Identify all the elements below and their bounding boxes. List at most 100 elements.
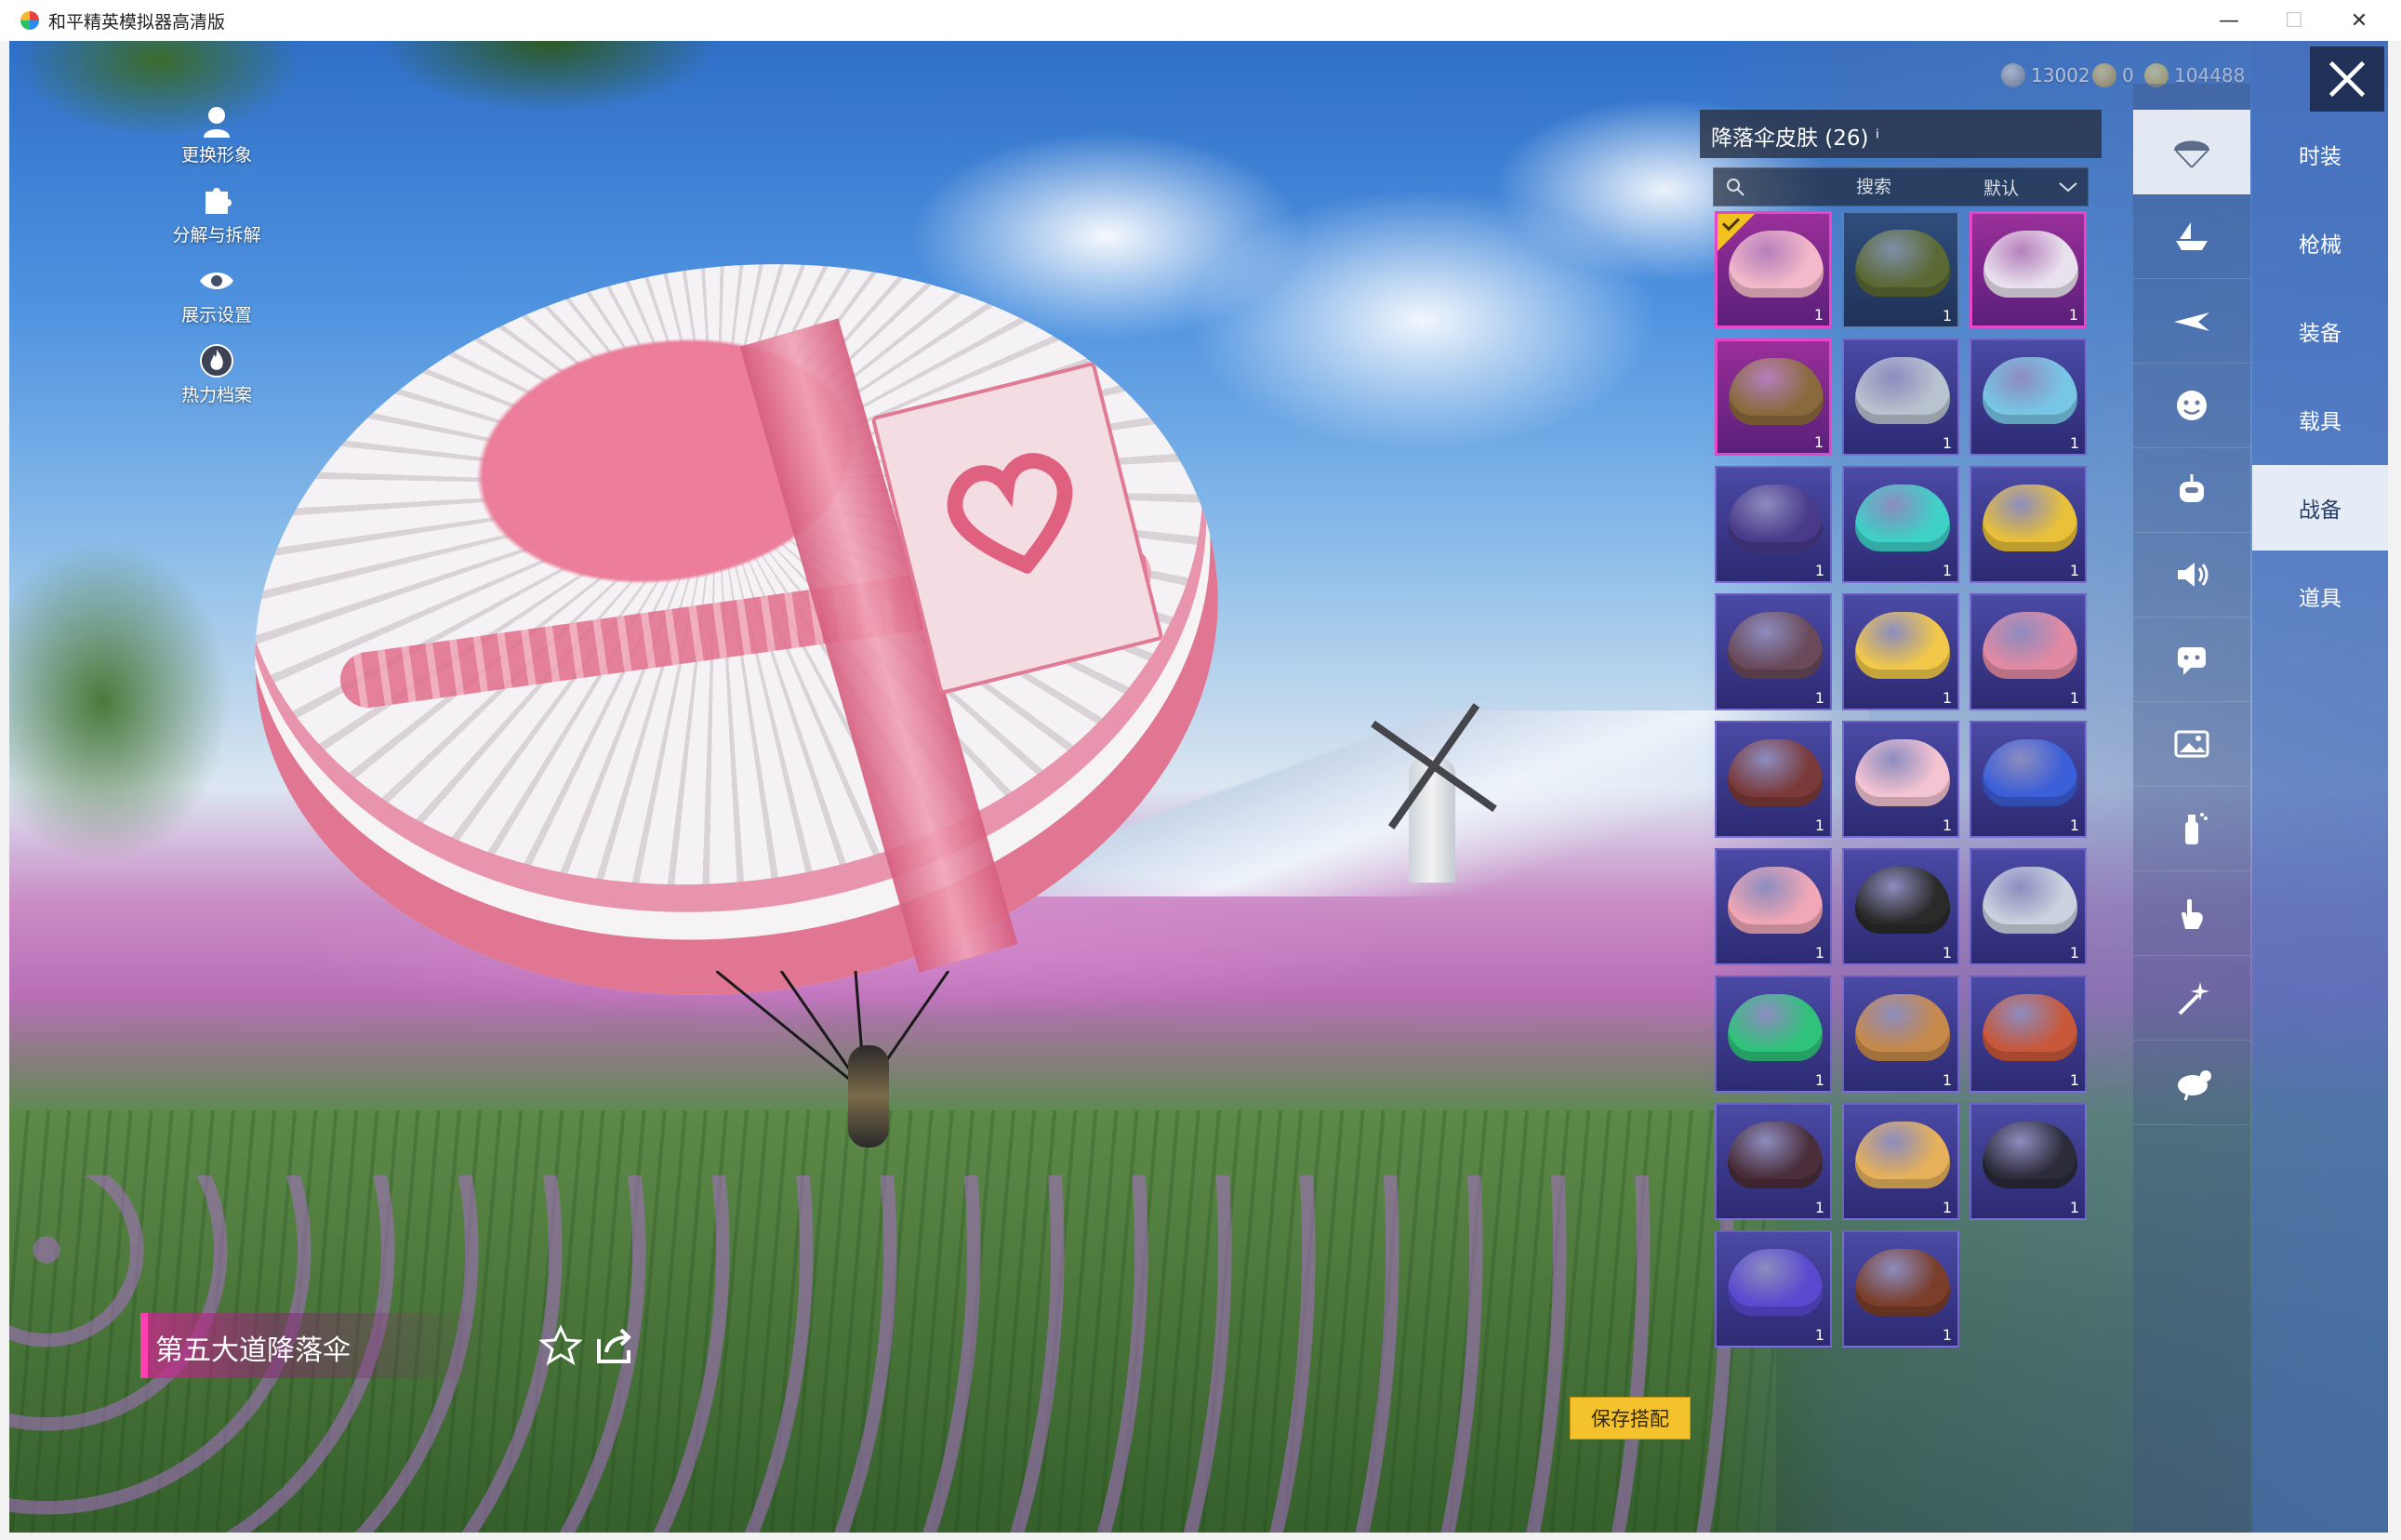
skin-item[interactable]: 1	[1970, 339, 2087, 456]
name-plate-accent	[140, 1313, 148, 1378]
parachute-thumbnail	[1728, 994, 1823, 1061]
parachute-thumbnail	[1983, 994, 2077, 1061]
robot-icon	[2180, 474, 2204, 502]
parachute-thumbnail	[1983, 739, 2077, 806]
subcategory-tab-spray[interactable]	[2133, 787, 2250, 871]
subcategory-tab-boat[interactable]	[2133, 194, 2250, 279]
skin-item[interactable]: 1	[1842, 1230, 1959, 1348]
skin-item[interactable]: 1	[1970, 1103, 2087, 1220]
item-quantity: 1	[2069, 1199, 2079, 1216]
subcategory-tab-hand[interactable]	[2133, 871, 2250, 956]
item-quantity: 1	[2069, 1071, 2079, 1089]
skin-item[interactable]: 1	[1715, 1230, 1832, 1348]
decompose-button[interactable]: 分解与拆解	[110, 182, 324, 259]
skin-item[interactable]: 1	[1842, 848, 1959, 965]
item-quantity: 1	[1942, 1199, 1952, 1216]
parachute-thumbnail	[1983, 612, 2077, 679]
skin-item[interactable]: 1	[1842, 339, 1959, 456]
item-quantity: 1	[2069, 689, 2079, 707]
parachute-thumbnail	[1855, 485, 1950, 551]
skin-item[interactable]: 1	[1715, 1103, 1832, 1220]
parachute-thumbnail	[1728, 739, 1823, 806]
skin-item[interactable]: 1	[1842, 721, 1959, 838]
sort-dropdown[interactable]: 默认	[1983, 175, 2077, 200]
subcategory-tab-face[interactable]	[2133, 364, 2250, 448]
skin-item[interactable]: 1	[1970, 593, 2087, 710]
avatar-icon	[204, 107, 230, 138]
skin-item[interactable]: 1	[1970, 976, 2087, 1093]
item-quantity: 1	[1814, 689, 1824, 707]
eye-icon	[200, 272, 233, 289]
item-quantity: 1	[1814, 1071, 1824, 1089]
flame-icon	[200, 344, 233, 378]
info-icon[interactable]: ⁱ	[1876, 126, 1879, 151]
chevron-down-icon	[2059, 182, 2077, 192]
change-avatar-button[interactable]: 更换形象	[110, 102, 324, 179]
skin-item[interactable]: 1	[1715, 593, 1832, 710]
parachute-thumbnail	[1855, 867, 1950, 934]
change-avatar-label: 更换形象	[180, 145, 252, 166]
share-icon[interactable]	[593, 1324, 636, 1367]
subcategory-tab-speaker[interactable]	[2133, 533, 2250, 617]
subcategory-tab-chicken[interactable]	[2133, 1041, 2250, 1125]
category-tab[interactable]: 战备	[2252, 465, 2388, 551]
skin-item[interactable]: 1	[1715, 976, 1832, 1093]
parachute-thumbnail	[1855, 357, 1950, 424]
heat-archive-button[interactable]: 热力档案	[110, 342, 324, 418]
parachute-thumbnail	[1855, 739, 1950, 806]
favorite-star-icon[interactable]	[539, 1324, 582, 1367]
skin-item[interactable]: 1	[1715, 848, 1832, 965]
panel-close-button[interactable]	[2310, 46, 2384, 112]
category-tab[interactable]: 枪械	[2252, 200, 2388, 285]
item-quantity: 1	[1814, 562, 1824, 579]
subcategory-tab-sparkle[interactable]	[2133, 956, 2250, 1041]
skin-item[interactable]: 1	[1970, 211, 2087, 328]
item-quantity: 1	[1814, 816, 1824, 834]
display-settings-button[interactable]: 展示设置	[110, 262, 324, 339]
subcategory-tab-picture[interactable]	[2133, 702, 2250, 787]
skin-item[interactable]: 1	[1970, 466, 2087, 583]
skin-item[interactable]: 1	[1715, 466, 1832, 583]
save-outfit-button[interactable]: 保存搭配	[1570, 1397, 1691, 1440]
parachute-lines	[716, 971, 950, 1094]
sparkle-icon	[2178, 982, 2209, 1016]
skin-item[interactable]: 1	[1970, 848, 2087, 965]
window-title: 和平精英模拟器高清版	[48, 12, 226, 33]
item-quantity: 1	[1942, 434, 1952, 452]
close-icon	[2328, 60, 2366, 98]
skin-item[interactable]: 1	[1842, 466, 1959, 583]
skin-item[interactable]: 1	[1715, 339, 1832, 456]
category-tab[interactable]: 装备	[2252, 288, 2388, 374]
category-tab[interactable]: 道具	[2252, 553, 2388, 639]
minimize-button[interactable]: —	[2196, 0, 2262, 41]
search-input[interactable]	[1770, 172, 1978, 202]
skin-item[interactable]: 1	[1842, 1103, 1959, 1220]
skin-item[interactable]: 1	[1970, 721, 2087, 838]
item-quantity: 1	[2068, 306, 2078, 324]
search-bar: 默认	[1713, 167, 2089, 206]
skin-item[interactable]: 1	[1842, 976, 1959, 1093]
item-quantity: 1	[1942, 944, 1952, 962]
subcategory-tab-plane[interactable]	[2133, 279, 2250, 364]
boat-icon	[2176, 222, 2208, 250]
parachute-icon	[2174, 140, 2209, 168]
search-icon	[1727, 179, 1744, 196]
parachute-thumbnail	[1855, 612, 1950, 679]
category-tab[interactable]: 载具	[2252, 377, 2388, 462]
window-close-button[interactable]: ✕	[2327, 0, 2392, 41]
item-quantity: 1	[1942, 1326, 1952, 1344]
parachute-thumbnail	[1728, 867, 1823, 934]
parachute-thumbnail	[1728, 485, 1823, 551]
item-quantity: 1	[1942, 816, 1952, 834]
parachute-thumbnail	[1728, 612, 1823, 679]
skin-item[interactable]: 1	[1842, 593, 1959, 710]
skin-item[interactable]: 1	[1715, 721, 1832, 838]
item-quantity: 1	[1942, 1071, 1952, 1089]
subcategory-tab-robot[interactable]	[2133, 448, 2250, 533]
subcategory-tab-parachute[interactable]	[2133, 110, 2250, 194]
skin-item[interactable]: 1	[1842, 211, 1959, 328]
category-tab[interactable]: 时装	[2252, 112, 2388, 197]
maximize-button[interactable]: ☐	[2262, 0, 2327, 41]
skin-item[interactable]: 1	[1715, 211, 1832, 328]
subcategory-tab-chat[interactable]	[2133, 617, 2250, 702]
